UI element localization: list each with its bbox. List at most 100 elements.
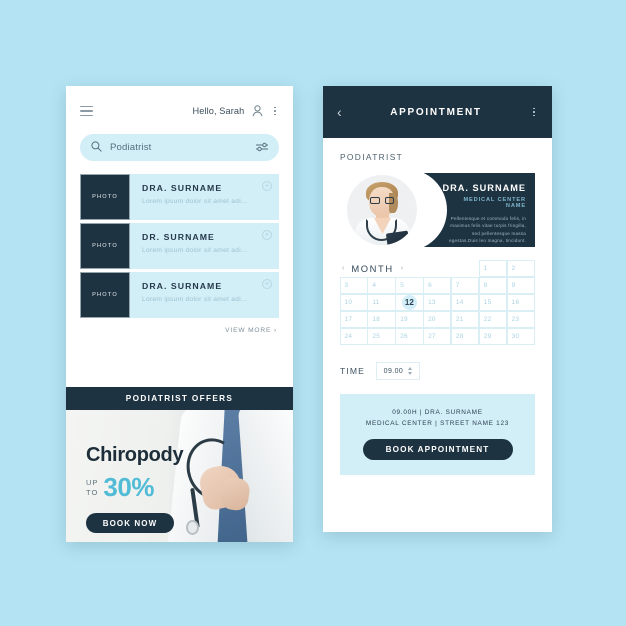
filter-sliders-icon[interactable]: [256, 139, 268, 157]
doctor-photo-placeholder: PHOTO: [80, 272, 130, 318]
calendar-day[interactable]: 8: [478, 276, 508, 294]
plus-circle-icon[interactable]: [262, 279, 272, 289]
calendar-day[interactable]: 2: [506, 259, 535, 277]
doctor-name: DRA. SURNAME: [142, 183, 223, 193]
time-stepper[interactable]: 09.00: [375, 362, 420, 380]
calendar-day[interactable]: 17: [339, 310, 368, 328]
promo-discount-group: UP TO 30%: [86, 472, 183, 503]
calendar-day[interactable]: 14: [450, 293, 480, 311]
doctor-photo-placeholder: PHOTO: [80, 223, 130, 269]
doctor-info: DR. SURNAME Lorem ipsum dolor sit amet a…: [130, 223, 279, 269]
appointment-header: ‹ APPOINTMENT: [323, 86, 552, 138]
promo-text-group: Chiropody UP TO 30% BOOK NOW: [86, 444, 184, 533]
glasses-icon: [370, 197, 394, 204]
promo-banner-title: PODIATRIST OFFERS: [66, 387, 293, 410]
calendar-day[interactable]: 30: [506, 327, 535, 345]
greeting-text: Hello, Sarah: [192, 106, 245, 116]
user-icon[interactable]: [252, 105, 263, 117]
kebab-menu-icon[interactable]: [271, 105, 279, 117]
calendar-day[interactable]: 6: [423, 276, 452, 294]
home-content: Hello, Sarah Podiatrist PHOTO DRA. SURNA…: [66, 86, 293, 334]
calendar-month-header: ‹ MONTH ›: [340, 260, 479, 277]
promo-to-text: TO: [86, 487, 99, 497]
time-label: TIME: [340, 366, 365, 376]
calendar-month-label: MONTH: [351, 263, 394, 274]
specialty-label: PODIATRIST: [340, 152, 404, 162]
calendar-prev-icon[interactable]: ‹: [342, 265, 344, 272]
calendar-day[interactable]: 5: [395, 276, 424, 294]
home-screen-phone: Hello, Sarah Podiatrist PHOTO DRA. SURNA…: [66, 86, 293, 542]
doctor-info: DRA. SURNAME Lorem ipsum dolor sit amet …: [130, 272, 279, 318]
doctor-name: DRA. SURNAME: [142, 281, 223, 291]
doctor-list-item[interactable]: PHOTO DR. SURNAME Lorem ipsum dolor sit …: [80, 223, 279, 269]
calendar: ‹ MONTH › 1 2 3 4 5 6 7 8 9 10 11 12 13 …: [339, 259, 535, 345]
doctor-description: Pellentesque et commodo felis, in maximu…: [448, 216, 526, 244]
calendar-day[interactable]: 16: [506, 293, 535, 311]
calendar-selected-value: 12: [401, 294, 417, 310]
calendar-day[interactable]: 11: [367, 293, 396, 311]
appointment-summary: 09.00H | DRA. SURNAME MEDICAL CENTER | S…: [340, 394, 535, 475]
promo-up-text: UP: [86, 478, 99, 487]
calendar-day[interactable]: 9: [506, 276, 535, 294]
summary-line-address: MEDICAL CENTER | STREET NAME 123: [365, 420, 510, 427]
calendar-day-selected[interactable]: 12: [395, 293, 424, 311]
calendar-day[interactable]: 3: [339, 276, 368, 294]
calendar-day[interactable]: 20: [423, 310, 452, 328]
doctor-photo-placeholder: PHOTO: [80, 174, 130, 220]
promo-upto-label: UP TO: [86, 478, 98, 497]
calendar-grid: ‹ MONTH › 1 2 3 4 5 6 7 8 9 10 11 12 13 …: [339, 259, 535, 345]
home-header: Hello, Sarah: [80, 96, 279, 126]
book-appointment-button[interactable]: BOOK APPOINTMENT: [362, 439, 513, 460]
doctor-profile-card: DRA. SURNAME MEDICAL CENTER NAME Pellent…: [340, 169, 535, 251]
doctor-name: DR. SURNAME: [142, 232, 215, 242]
search-icon: [91, 139, 102, 157]
calendar-day[interactable]: 15: [478, 293, 508, 311]
hamburger-icon[interactable]: [80, 105, 93, 117]
calendar-day[interactable]: 26: [395, 327, 424, 345]
calendar-day[interactable]: 13: [423, 293, 452, 311]
calendar-day[interactable]: 1: [478, 259, 508, 277]
doctor-name: DRA. SURNAME: [442, 183, 526, 193]
calendar-day[interactable]: 29: [478, 327, 508, 345]
photo-label: PHOTO: [92, 194, 118, 200]
calendar-day[interactable]: 21: [450, 310, 480, 328]
plus-circle-icon[interactable]: [262, 230, 272, 240]
book-now-button[interactable]: BOOK NOW: [86, 513, 174, 533]
promo-banner: PODIATRIST OFFERS Chiropody UP TO 30% BO…: [66, 387, 293, 542]
summary-line-time-doctor: 09.00H | DRA. SURNAME: [392, 409, 483, 416]
search-value: Podiatrist: [110, 142, 152, 153]
calendar-day[interactable]: 4: [367, 276, 396, 294]
calendar-day[interactable]: 19: [395, 310, 424, 328]
doctor-info: DRA. SURNAME Lorem ipsum dolor sit amet …: [130, 174, 279, 220]
calendar-day[interactable]: 28: [450, 327, 480, 345]
promo-banner-body: Chiropody UP TO 30% BOOK NOW: [66, 410, 293, 542]
appointment-screen-phone: ‹ APPOINTMENT PODIATRIST DRA. SURNAME ME…: [323, 86, 552, 532]
doctor-description: Lorem ipsum dolor sit amet adi...: [142, 198, 248, 205]
plus-circle-icon[interactable]: [262, 181, 272, 191]
calendar-day[interactable]: 25: [367, 327, 396, 345]
calendar-day[interactable]: 22: [478, 310, 508, 328]
time-selector-row: TIME 09.00: [340, 362, 535, 380]
avatar: [347, 175, 417, 245]
appointment-body: PODIATRIST DRA. SURNAME MEDICAL CENTER N…: [323, 138, 552, 475]
doctor-list-item[interactable]: PHOTO DRA. SURNAME Lorem ipsum dolor sit…: [80, 272, 279, 318]
kebab-menu-icon[interactable]: [530, 106, 538, 118]
calendar-next-icon[interactable]: ›: [401, 265, 403, 272]
search-input[interactable]: Podiatrist: [80, 134, 279, 161]
calendar-day[interactable]: 18: [367, 310, 396, 328]
doctor-description: Lorem ipsum dolor sit amet adi...: [142, 296, 248, 303]
calendar-day[interactable]: 7: [450, 276, 480, 294]
calendar-day[interactable]: 24: [339, 327, 368, 345]
calendar-day[interactable]: 10: [339, 293, 368, 311]
spinner-arrows-icon[interactable]: [408, 367, 413, 375]
doctor-list-item[interactable]: PHOTO DRA. SURNAME Lorem ipsum dolor sit…: [80, 174, 279, 220]
view-more-link[interactable]: VIEW MORE ›: [80, 327, 279, 334]
app-mockup-stage: Hello, Sarah Podiatrist PHOTO DRA. SURNA…: [0, 0, 626, 626]
photo-label: PHOTO: [92, 243, 118, 249]
page-title: APPOINTMENT: [390, 106, 482, 118]
calendar-day[interactable]: 23: [506, 310, 535, 328]
promo-headline: Chiropody: [86, 444, 184, 466]
calendar-day[interactable]: 27: [423, 327, 452, 345]
medical-center-name: MEDICAL CENTER NAME: [463, 197, 526, 209]
header-right-group: Hello, Sarah: [193, 105, 279, 117]
